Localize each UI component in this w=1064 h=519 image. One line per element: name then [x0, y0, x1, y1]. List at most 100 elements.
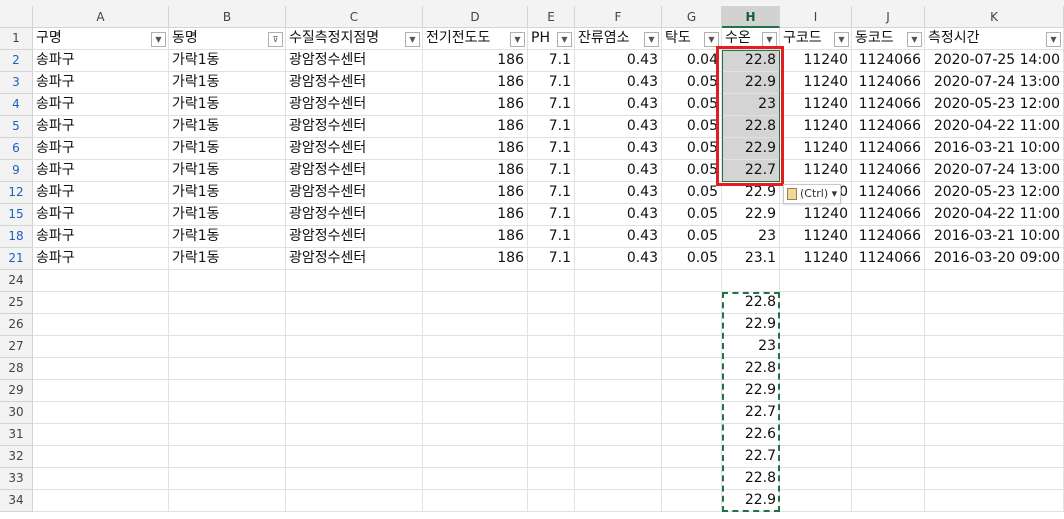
row-header[interactable]: 32 — [0, 446, 33, 468]
dropdown-icon[interactable]: ▼ — [907, 32, 922, 47]
row-header[interactable]: 21 — [0, 248, 33, 270]
cell[interactable]: 186 — [423, 160, 528, 182]
cell[interactable] — [169, 336, 286, 358]
cell[interactable] — [925, 358, 1064, 380]
row-header[interactable]: 4 — [0, 94, 33, 116]
cell[interactable] — [662, 402, 722, 424]
cell[interactable]: 11240 — [780, 50, 852, 72]
cell[interactable]: 2020-04-22 11:00 — [925, 116, 1064, 138]
dropdown-icon[interactable]: ▼ — [510, 32, 525, 47]
cell[interactable]: 1124066 — [852, 226, 925, 248]
cell[interactable]: 가락1동 — [169, 160, 286, 182]
cell[interactable]: 송파구 — [33, 138, 169, 160]
cell[interactable] — [286, 336, 423, 358]
row-header[interactable]: 24 — [0, 270, 33, 292]
cell[interactable] — [33, 490, 169, 512]
cell[interactable] — [925, 468, 1064, 490]
cell[interactable] — [925, 314, 1064, 336]
cell[interactable]: 송파구 — [33, 248, 169, 270]
cell[interactable]: 7.1 — [528, 160, 575, 182]
dropdown-icon[interactable]: ▼ — [557, 32, 572, 47]
cell[interactable]: 광암정수센터 — [286, 160, 423, 182]
row-header[interactable]: 31 — [0, 424, 33, 446]
cell[interactable] — [286, 314, 423, 336]
cell[interactable]: 0.43 — [575, 116, 662, 138]
cell[interactable] — [423, 292, 528, 314]
row-header[interactable]: 33 — [0, 468, 33, 490]
cell[interactable]: 광암정수센터 — [286, 50, 423, 72]
cell[interactable]: 송파구 — [33, 116, 169, 138]
cell[interactable]: 1124066 — [852, 50, 925, 72]
cell[interactable]: 송파구 — [33, 160, 169, 182]
row-header[interactable]: 29 — [0, 380, 33, 402]
cell[interactable]: 0.43 — [575, 248, 662, 270]
cell[interactable]: 0.43 — [575, 160, 662, 182]
cell[interactable] — [423, 270, 528, 292]
cell[interactable]: 1124066 — [852, 160, 925, 182]
cell[interactable]: 가락1동 — [169, 182, 286, 204]
cell[interactable]: 186 — [423, 204, 528, 226]
cell[interactable]: 가락1동 — [169, 50, 286, 72]
header-cell[interactable]: 수질측정지점명 — [286, 28, 423, 50]
cell[interactable]: 0.05 — [662, 226, 722, 248]
cell[interactable]: 11240 — [780, 138, 852, 160]
filter-active-icon[interactable]: ⊽ — [268, 32, 283, 47]
cell[interactable] — [33, 292, 169, 314]
cell[interactable] — [169, 468, 286, 490]
cell[interactable]: 송파구 — [33, 182, 169, 204]
cell[interactable]: 22.9 — [722, 138, 780, 160]
cell[interactable] — [423, 468, 528, 490]
cell[interactable] — [33, 336, 169, 358]
cell[interactable] — [575, 424, 662, 446]
cell[interactable] — [169, 402, 286, 424]
cell[interactable]: 0.05 — [662, 94, 722, 116]
cell[interactable]: 11240 — [780, 160, 852, 182]
cell[interactable] — [33, 270, 169, 292]
cell[interactable]: 7.1 — [528, 116, 575, 138]
row-header[interactable]: 5 — [0, 116, 33, 138]
pasted-cell[interactable]: 22.8 — [722, 292, 780, 314]
cell[interactable] — [780, 358, 852, 380]
dropdown-icon[interactable]: ▼ — [704, 32, 719, 47]
row-header[interactable]: 15 — [0, 204, 33, 226]
column-header-e[interactable]: E — [528, 6, 575, 28]
row-header[interactable]: 12 — [0, 182, 33, 204]
cell[interactable]: 0.43 — [575, 204, 662, 226]
row-header[interactable]: 27 — [0, 336, 33, 358]
cell[interactable] — [423, 314, 528, 336]
cell[interactable] — [925, 336, 1064, 358]
cell[interactable]: 7.1 — [528, 138, 575, 160]
cell[interactable]: 0.05 — [662, 160, 722, 182]
cell[interactable] — [286, 424, 423, 446]
cell[interactable]: 0.04 — [662, 50, 722, 72]
cell[interactable] — [575, 270, 662, 292]
cell[interactable] — [528, 292, 575, 314]
cell[interactable] — [925, 270, 1064, 292]
dropdown-icon[interactable]: ▼ — [405, 32, 420, 47]
cell[interactable] — [528, 380, 575, 402]
cell[interactable]: 송파구 — [33, 72, 169, 94]
cell-grid[interactable]: 구명 ▼ 동명 ⊽ 수질측정지점명 ▼ 전기전도도 ▼ PH ▼ 잔류염소 ▼ 탁도 ▼ 수온 ▼ 구코드 ▼ 동코… — [33, 28, 1064, 519]
cell[interactable] — [286, 468, 423, 490]
cell[interactable] — [780, 270, 852, 292]
dropdown-icon[interactable]: ▼ — [762, 32, 777, 47]
cell[interactable] — [169, 490, 286, 512]
cell[interactable] — [286, 446, 423, 468]
cell[interactable]: 2020-07-25 14:00 — [925, 50, 1064, 72]
cell[interactable]: 186 — [423, 94, 528, 116]
cell[interactable] — [423, 336, 528, 358]
header-cell[interactable]: 측정시간 — [925, 28, 1064, 50]
cell[interactable] — [662, 358, 722, 380]
pasted-cell[interactable]: 22.7 — [722, 446, 780, 468]
cell[interactable]: 0.05 — [662, 204, 722, 226]
cell[interactable]: 0.43 — [575, 226, 662, 248]
row-header[interactable]: 30 — [0, 402, 33, 424]
cell[interactable]: 가락1동 — [169, 226, 286, 248]
cell[interactable]: 1124066 — [852, 116, 925, 138]
cell[interactable]: 1124066 — [852, 248, 925, 270]
cell[interactable] — [286, 270, 423, 292]
column-header-d[interactable]: D — [423, 6, 528, 28]
cell[interactable] — [575, 336, 662, 358]
dropdown-icon[interactable]: ▼ — [151, 32, 166, 47]
cell[interactable] — [780, 380, 852, 402]
